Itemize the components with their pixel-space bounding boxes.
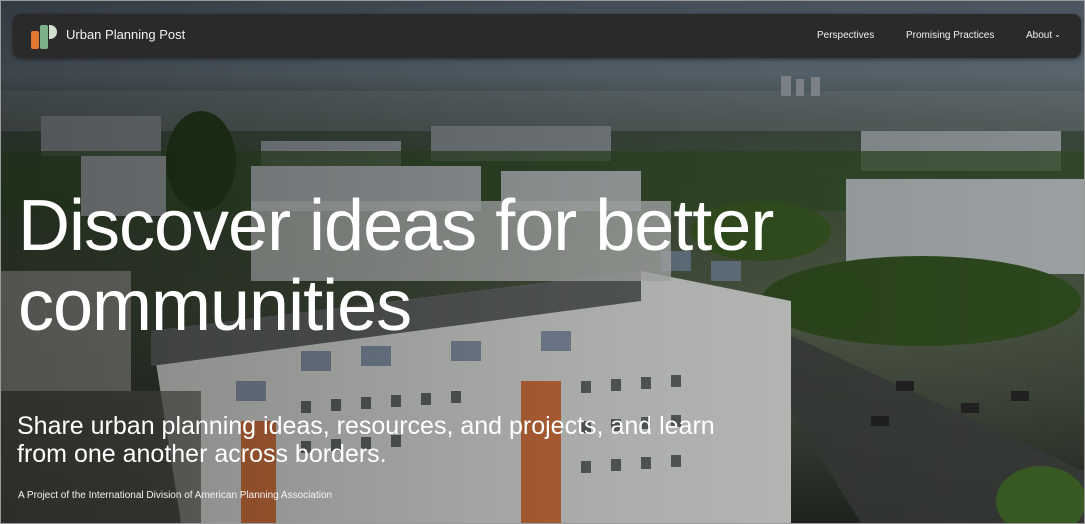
- logo-bar-light: [49, 25, 57, 39]
- hero-credit: A Project of the International Division …: [18, 490, 333, 501]
- nav-link-about-label: About: [1026, 30, 1053, 41]
- brand-name-link[interactable]: Urban Planning Post: [66, 27, 185, 42]
- logo-bar-green: [40, 25, 48, 49]
- top-navbar: Urban Planning Post Perspectives Promisi…: [13, 14, 1081, 58]
- nav-link-promising-practices[interactable]: Promising Practices: [906, 30, 994, 41]
- hero-subtitle: Share urban planning ideas, resources, a…: [17, 412, 715, 468]
- upp-logo-icon[interactable]: [31, 23, 57, 49]
- chevron-down-icon: ⌄: [1054, 30, 1061, 39]
- logo-bar-orange: [31, 31, 39, 49]
- hero-title: Discover ideas for better communities: [18, 186, 774, 346]
- page: Urban Planning Post Perspectives Promisi…: [0, 0, 1085, 524]
- nav-link-about[interactable]: About ⌄: [1026, 30, 1061, 41]
- nav-link-perspectives[interactable]: Perspectives: [817, 30, 874, 41]
